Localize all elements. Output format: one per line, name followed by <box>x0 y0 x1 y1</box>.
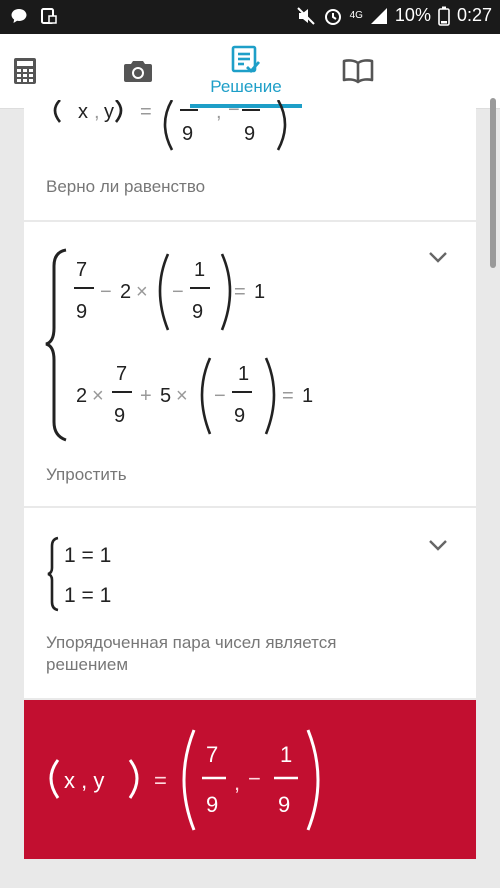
clock: 0:27 <box>456 5 492 25</box>
row2-den-d: 9 <box>234 405 245 427</box>
svg-text:×: × <box>92 385 104 407</box>
chevron-down-icon[interactable] <box>428 250 448 264</box>
signal-icon <box>370 7 387 24</box>
row2-num-a: 7 <box>116 363 127 385</box>
solution-icon <box>231 45 261 74</box>
answer-x-den: 9 <box>206 792 218 817</box>
alarm-icon <box>324 8 341 25</box>
svg-text:×: × <box>136 281 148 303</box>
row2-num-c: 1 <box>238 363 249 385</box>
step3-caption-line-2: решением <box>46 655 129 674</box>
answer-minus: − <box>248 766 261 791</box>
chat-icon <box>11 9 27 23</box>
svg-text:,: , <box>234 770 240 795</box>
svg-text:−: − <box>214 385 226 407</box>
step3-eq-2: 1 = 1 <box>64 584 112 607</box>
row1-num-c: 1 <box>194 259 205 281</box>
network-type: 4G <box>349 9 363 21</box>
step3-brace <box>47 536 59 612</box>
step1-den-2: 9 <box>244 123 255 145</box>
screen-rotate-icon <box>41 8 57 24</box>
svg-text:−: − <box>100 281 112 303</box>
answer-y-den: 9 <box>278 792 290 817</box>
tab-calculator[interactable] <box>0 34 50 108</box>
mute-icon <box>296 6 315 25</box>
row1-den-d: 9 <box>192 301 203 323</box>
svg-text:×: × <box>176 385 188 407</box>
step1-expression: x , y = 9 , − 9 <box>46 99 306 162</box>
svg-text:,: , <box>94 101 100 123</box>
step-card-2[interactable]: 7 9 − 2 × − 1 9 = 1 2 × 7 9 + 5 × − 1 9 … <box>24 222 476 506</box>
answer-eq: = <box>154 768 167 793</box>
camera-icon <box>124 61 152 82</box>
step3-caption-line-1: Упорядоченная пара чисел является <box>46 633 337 652</box>
svg-text:y: y <box>104 101 114 123</box>
step-card-1: x , y = 9 , − 9 Верно ли равенство <box>24 99 476 220</box>
svg-text:=: = <box>140 101 152 123</box>
svg-text:=: = <box>234 281 246 303</box>
status-bar: 4G 10% 0:27 <box>0 0 500 34</box>
step1-expression-graphic: x , y = 9 , − 9 <box>53 99 287 151</box>
step1-lhs-x: x <box>78 101 88 123</box>
row2-result: 1 <box>302 385 313 407</box>
tab-camera[interactable] <box>110 34 166 108</box>
svg-text:+: + <box>140 385 152 407</box>
step2-system-graphic: 7 9 − 2 × − 1 9 = 1 2 × 7 9 + 5 × − 1 9 … <box>45 248 313 442</box>
row2-den-b: 9 <box>114 405 125 427</box>
svg-text:5: 5 <box>160 385 171 407</box>
tab-solution[interactable]: Решение <box>190 34 302 108</box>
svg-text:2: 2 <box>120 281 131 303</box>
row1-num-a: 7 <box>76 259 87 281</box>
step3-eq-1: 1 = 1 <box>64 544 112 567</box>
answer-card: x , y = 7 9 , − 1 9 <box>24 700 476 859</box>
calculator-icon <box>14 58 36 84</box>
chevron-down-icon[interactable] <box>428 538 448 552</box>
tab-solution-label: Решение <box>210 77 282 96</box>
svg-text:−: − <box>228 100 240 121</box>
step-card-3[interactable]: 1 = 1 1 = 1 Упорядоченная пара чисел явл… <box>24 508 476 698</box>
svg-text:=: = <box>282 385 294 407</box>
scrollbar[interactable] <box>490 98 496 268</box>
battery-percent: 10% <box>394 5 431 25</box>
answer-expression: x , y = 7 9 , − 1 9 <box>49 729 320 831</box>
svg-text:2: 2 <box>76 385 87 407</box>
battery-icon <box>438 6 450 26</box>
tab-book[interactable] <box>330 34 386 108</box>
step2-caption: Упростить <box>46 465 127 484</box>
row1-result: 1 <box>254 281 265 303</box>
svg-text:,: , <box>216 101 222 123</box>
step1-caption: Верно ли равенство <box>46 177 206 196</box>
answer-y-num: 1 <box>280 742 292 767</box>
answer-x-num: 7 <box>206 742 218 767</box>
book-icon <box>342 59 374 84</box>
svg-text:−: − <box>172 281 184 303</box>
top-toolbar: Решение <box>0 34 500 109</box>
step1-den-1: 9 <box>182 123 193 145</box>
row1-den-b: 9 <box>76 301 87 323</box>
answer-lhs: x , y <box>64 768 104 793</box>
